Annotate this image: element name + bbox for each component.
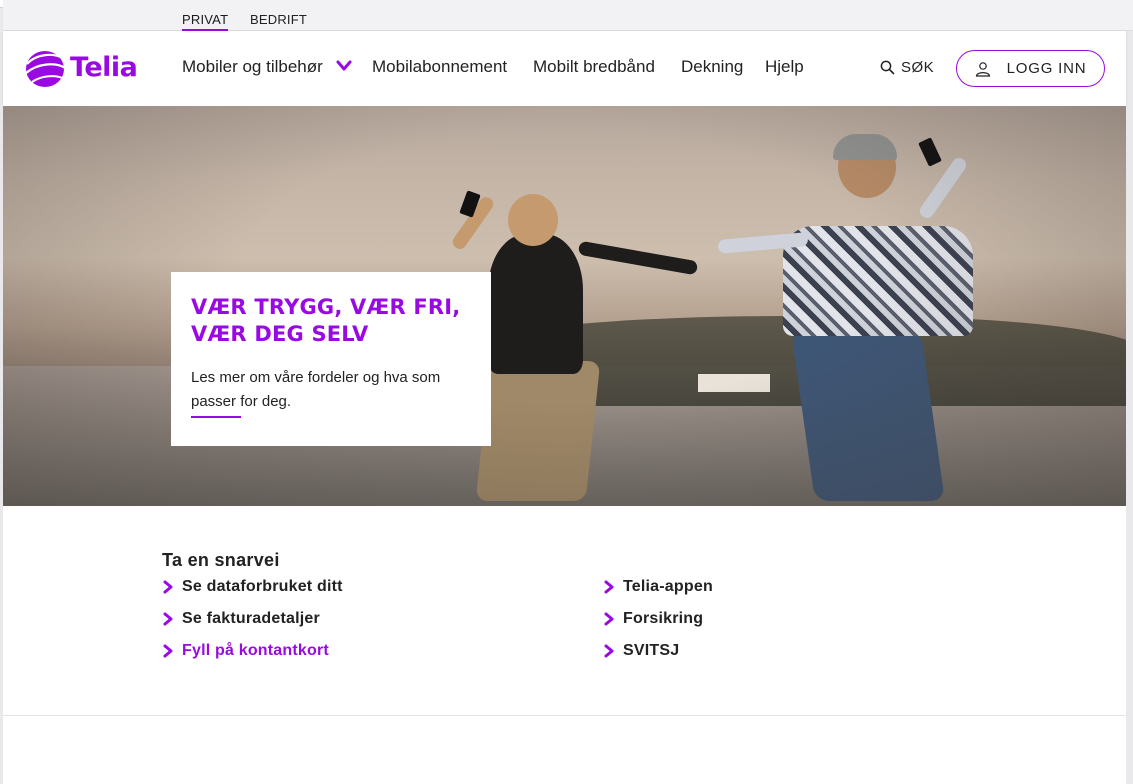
chevron-right-icon [604,644,614,658]
shortcut-invoice-link[interactable]: Se fakturadetaljer [162,610,320,628]
shortcut-data-usage-link[interactable]: Se dataforbruket ditt [162,578,343,596]
shortcut-label: Se dataforbruket ditt [182,578,343,595]
shortcut-topup-link[interactable]: Fyll på kontantkort [162,642,329,660]
page: PRIVAT BEDRIFT Telia Mobiler og tilbehør… [3,0,1133,784]
login-button[interactable]: LOGG INN [956,50,1105,87]
section-divider [3,715,1126,716]
hero-title: VÆR TRYGG, VÆR FRI, VÆR DEG SELV [191,295,461,346]
shortcut-insurance-link[interactable]: Forsikring [603,610,703,628]
hero-card[interactable]: VÆR TRYGG, VÆR FRI, VÆR DEG SELV Les mer… [171,272,491,446]
nav-item-dekning[interactable]: Dekning [681,57,743,77]
user-icon [975,61,990,77]
chevron-right-icon [604,580,614,594]
segment-business-link[interactable]: BEDRIFT [250,12,307,27]
shortcut-svitsj-link[interactable]: SVITSJ [603,642,679,660]
shortcut-label: SVITSJ [623,642,680,659]
nav-item-mobilabonnement[interactable]: Mobilabonnement [372,57,507,77]
chevron-right-icon [163,580,173,594]
hero-underline [191,416,241,418]
shortcut-label: Se fakturadetaljer [182,610,320,627]
hero-banner: VÆR TRYGG, VÆR FRI, VÆR DEG SELV Les mer… [3,106,1126,506]
nav-item-mobilt-bredband[interactable]: Mobilt bredbånd [533,57,655,77]
login-label: LOGG INN [1006,60,1087,77]
logo-wordmark: Telia [70,51,138,83]
segment-private-link[interactable]: PRIVAT [182,12,229,31]
chevron-right-icon [604,612,614,626]
segment-bar: PRIVAT BEDRIFT [3,0,1133,31]
telia-logo-icon [25,51,66,87]
shortcut-app-link[interactable]: Telia-appen [603,578,713,596]
main-header: Telia Mobiler og tilbehør Mobilabonnemen… [3,31,1126,106]
chevron-down-icon[interactable] [336,60,352,72]
telia-logo[interactable]: Telia [24,46,138,88]
chevron-right-icon [163,612,173,626]
search-button[interactable]: SØK [880,59,934,76]
shortcut-label: Forsikring [623,610,704,627]
chevron-right-icon [163,644,173,658]
shortcut-label: Fyll på kontantkort [182,642,329,659]
hero-text: Les mer om våre fordeler og hva som pass… [191,369,441,410]
search-icon [880,60,895,75]
nav-item-hjelp[interactable]: Hjelp [765,57,804,77]
shortcuts-title: Ta en snarvei [162,550,280,570]
shortcut-label: Telia-appen [623,578,713,595]
nav-item-mobiler[interactable]: Mobiler og tilbehør [182,57,323,77]
search-label: SØK [901,59,935,76]
